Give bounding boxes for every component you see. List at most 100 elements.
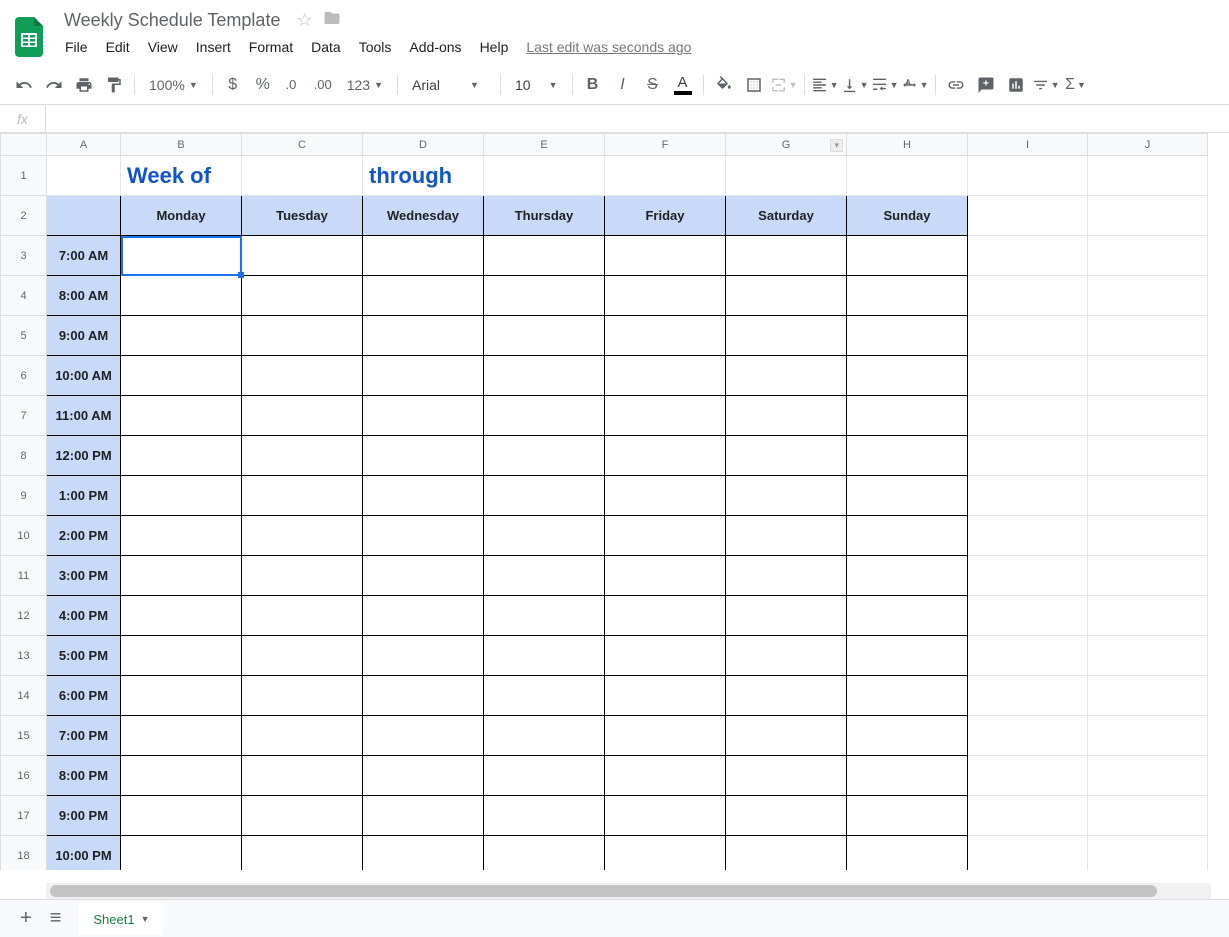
formula-input[interactable] — [46, 105, 1229, 132]
cell-E10[interactable] — [484, 516, 605, 556]
cell-E6[interactable] — [484, 356, 605, 396]
select-all-corner[interactable] — [1, 134, 47, 156]
row-header-1[interactable]: 1 — [1, 156, 47, 196]
cell-C17[interactable] — [242, 796, 363, 836]
cell-F14[interactable] — [605, 676, 726, 716]
cell-E2[interactable]: Thursday — [484, 196, 605, 236]
col-header-C[interactable]: C — [242, 134, 363, 156]
cell-B13[interactable] — [121, 636, 242, 676]
cell-I18[interactable] — [968, 836, 1088, 871]
cell-H17[interactable] — [847, 796, 968, 836]
cell-G1[interactable] — [726, 156, 847, 196]
cell-H8[interactable] — [847, 436, 968, 476]
cell-G4[interactable] — [726, 276, 847, 316]
cell-C4[interactable] — [242, 276, 363, 316]
cell-B18[interactable] — [121, 836, 242, 871]
row-header-3[interactable]: 3 — [1, 236, 47, 276]
cell-F1[interactable] — [605, 156, 726, 196]
cell-G16[interactable] — [726, 756, 847, 796]
cell-B17[interactable] — [121, 796, 242, 836]
cell-D3[interactable] — [363, 236, 484, 276]
cell-H18[interactable] — [847, 836, 968, 871]
cell-C15[interactable] — [242, 716, 363, 756]
cell-I9[interactable] — [968, 476, 1088, 516]
cell-F6[interactable] — [605, 356, 726, 396]
cell-B16[interactable] — [121, 756, 242, 796]
cell-B3[interactable] — [121, 236, 242, 276]
fill-color-button[interactable] — [710, 71, 738, 99]
cell-E14[interactable] — [484, 676, 605, 716]
cell-D18[interactable] — [363, 836, 484, 871]
cell-I14[interactable] — [968, 676, 1088, 716]
text-rotation-button[interactable]: ▼ — [901, 71, 929, 99]
cell-B9[interactable] — [121, 476, 242, 516]
cell-D15[interactable] — [363, 716, 484, 756]
insert-link-button[interactable] — [942, 71, 970, 99]
cell-J2[interactable] — [1088, 196, 1208, 236]
row-header-7[interactable]: 7 — [1, 396, 47, 436]
row-header-15[interactable]: 15 — [1, 716, 47, 756]
cell-F18[interactable] — [605, 836, 726, 871]
filter-button[interactable]: ▼ — [1032, 71, 1060, 99]
cell-I5[interactable] — [968, 316, 1088, 356]
cell-E8[interactable] — [484, 436, 605, 476]
cell-G17[interactable] — [726, 796, 847, 836]
cell-D11[interactable] — [363, 556, 484, 596]
cell-I3[interactable] — [968, 236, 1088, 276]
row-header-12[interactable]: 12 — [1, 596, 47, 636]
cell-C18[interactable] — [242, 836, 363, 871]
cell-H11[interactable] — [847, 556, 968, 596]
cell-F11[interactable] — [605, 556, 726, 596]
cell-J18[interactable] — [1088, 836, 1208, 871]
menu-edit[interactable]: Edit — [99, 35, 137, 59]
increase-decimal-button[interactable]: .00 — [309, 71, 337, 99]
cell-H14[interactable] — [847, 676, 968, 716]
menu-addons[interactable]: Add-ons — [402, 35, 468, 59]
cell-C8[interactable] — [242, 436, 363, 476]
cell-A3[interactable]: 7:00 AM — [47, 236, 121, 276]
cell-A16[interactable]: 8:00 PM — [47, 756, 121, 796]
menu-view[interactable]: View — [141, 35, 185, 59]
functions-button[interactable]: Σ▼ — [1062, 71, 1090, 99]
cell-F4[interactable] — [605, 276, 726, 316]
strikethrough-button[interactable]: S — [639, 71, 667, 99]
cell-J4[interactable] — [1088, 276, 1208, 316]
insert-chart-button[interactable] — [1002, 71, 1030, 99]
cell-G12[interactable] — [726, 596, 847, 636]
cell-D8[interactable] — [363, 436, 484, 476]
cell-E13[interactable] — [484, 636, 605, 676]
col-header-D[interactable]: D — [363, 134, 484, 156]
cell-E7[interactable] — [484, 396, 605, 436]
sheets-logo-icon[interactable] — [10, 17, 50, 57]
cell-E17[interactable] — [484, 796, 605, 836]
cell-F3[interactable] — [605, 236, 726, 276]
menu-file[interactable]: File — [58, 35, 95, 59]
cell-B2[interactable]: Monday — [121, 196, 242, 236]
undo-button[interactable] — [10, 71, 38, 99]
zoom-dropdown[interactable]: 100%▼ — [141, 73, 206, 97]
cell-A14[interactable]: 6:00 PM — [47, 676, 121, 716]
cell-H13[interactable] — [847, 636, 968, 676]
cell-G2[interactable]: Saturday — [726, 196, 847, 236]
row-header-9[interactable]: 9 — [1, 476, 47, 516]
cell-E11[interactable] — [484, 556, 605, 596]
row-header-10[interactable]: 10 — [1, 516, 47, 556]
cell-G5[interactable] — [726, 316, 847, 356]
cell-E9[interactable] — [484, 476, 605, 516]
col-header-A[interactable]: A — [47, 134, 121, 156]
cell-C6[interactable] — [242, 356, 363, 396]
cell-I6[interactable] — [968, 356, 1088, 396]
row-header-18[interactable]: 18 — [1, 836, 47, 871]
borders-button[interactable] — [740, 71, 768, 99]
cell-J7[interactable] — [1088, 396, 1208, 436]
cell-J17[interactable] — [1088, 796, 1208, 836]
cell-G7[interactable] — [726, 396, 847, 436]
cell-I11[interactable] — [968, 556, 1088, 596]
col-header-J[interactable]: J — [1088, 134, 1208, 156]
cell-D12[interactable] — [363, 596, 484, 636]
cell-G18[interactable] — [726, 836, 847, 871]
document-title[interactable]: Weekly Schedule Template — [58, 8, 286, 33]
cell-J5[interactable] — [1088, 316, 1208, 356]
text-color-button[interactable]: A — [669, 71, 697, 99]
cell-C13[interactable] — [242, 636, 363, 676]
